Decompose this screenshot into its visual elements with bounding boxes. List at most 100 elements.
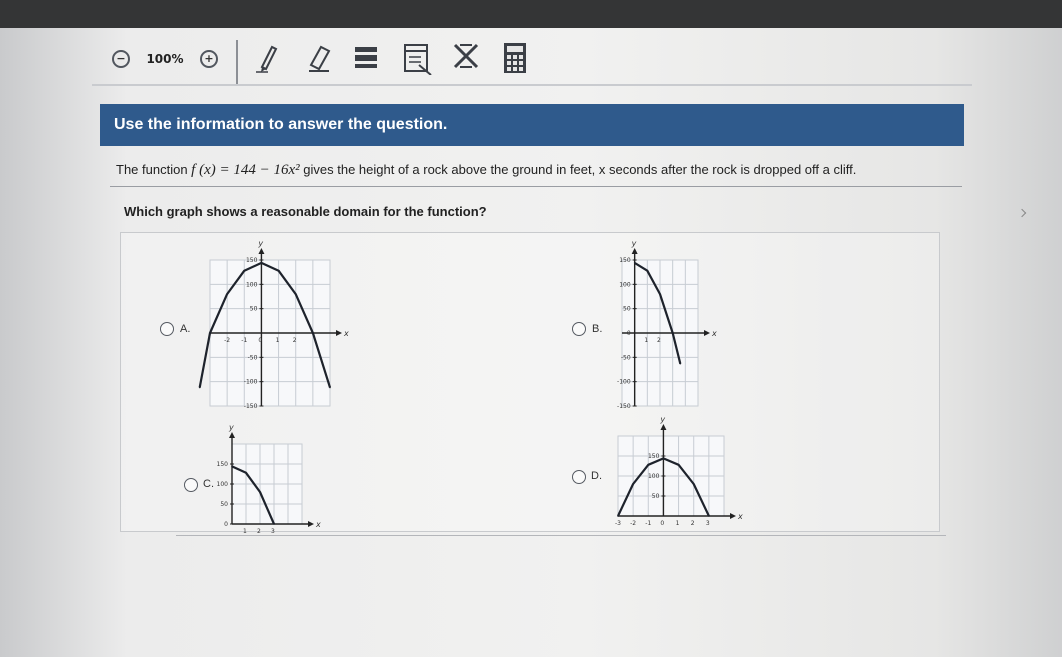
highlighter-icon[interactable] [350, 40, 382, 74]
option-a-y-axis-label: y [257, 239, 263, 248]
directions-bar: Use the information to answer the questi… [100, 104, 964, 146]
toolbar-divider [236, 40, 238, 84]
option-c-y-tick-label: 50 [220, 501, 228, 508]
option-d-x-tick-label: -1 [645, 520, 651, 527]
option-b-letter: B. [592, 323, 603, 335]
option-d-letter: D. [591, 470, 602, 482]
option-d-y-tick-label: 150 [648, 453, 660, 460]
toolbar [92, 32, 972, 86]
pencil-icon[interactable] [252, 40, 284, 74]
option-c-y-tick-label: 150 [217, 461, 229, 468]
option-c-data-point [245, 472, 247, 474]
calculator-icon[interactable] [500, 40, 530, 76]
option-a-radio[interactable] [160, 322, 174, 336]
zoom-level: 100% [140, 44, 190, 74]
stem-prefix: The function [116, 162, 188, 177]
option-d-y-tick-label: 100 [648, 473, 660, 480]
option-d-data-point [662, 457, 665, 460]
option-b-x-axis-arrow [704, 330, 710, 336]
option-b-y-tick-label: 50 [623, 306, 631, 313]
option-c-data-point [273, 523, 275, 525]
question-stem: The function f (x) = 144 − 16x² gives th… [116, 162, 956, 179]
option-d-data-point [632, 483, 634, 485]
eliminate-choice-icon[interactable] [450, 40, 482, 72]
option-a-y-tick-label: -50 [248, 354, 258, 361]
eraser-icon[interactable] [304, 40, 336, 74]
option-d-x-tick-label: 1 [676, 520, 680, 527]
option-d-graph[interactable]: x y -3 -2 -1 0 1 2 3 150 100 50 [610, 415, 743, 527]
option-c-x-axis-arrow [308, 521, 314, 527]
option-a-data-point [294, 293, 297, 295]
function-expression: f (x) = 144 − 16x² [191, 162, 300, 178]
option-a-y-tick-label: -100 [244, 379, 258, 386]
option-d-x-tick-label: 0 [660, 520, 664, 527]
option-a-y-axis-arrow [258, 248, 265, 254]
directions-text: Use the information to answer the questi… [114, 116, 448, 133]
option-d-y-axis-label: y [659, 415, 665, 424]
option-d-x-tick-label: 3 [706, 520, 710, 527]
option-c-x-tick-label: 1 [243, 528, 247, 535]
option-c-radio[interactable] [184, 478, 198, 492]
option-d-x-axis-label: x [737, 512, 743, 521]
option-b-x-tick-label: 1 [644, 337, 648, 344]
option-b-y-tick-label: 150 [619, 257, 631, 264]
option-c-data-point [231, 465, 233, 468]
option-a-data-point [329, 386, 331, 389]
option-c-y-axis-arrow [229, 432, 235, 438]
option-d-data-point [692, 483, 695, 485]
stem-suffix: gives the height of a rock above the gro… [303, 162, 857, 177]
option-d-data-point [647, 464, 650, 466]
option-a-data-point [277, 269, 280, 272]
option-d-radio[interactable] [572, 470, 586, 484]
option-c-y-tick-label: 0 [224, 521, 228, 528]
option-d-y-tick-label: 50 [652, 493, 660, 500]
option-b-x-tick-label: 2 [657, 337, 661, 344]
option-c-y-tick-label: 100 [217, 481, 229, 488]
option-b-data-point [659, 293, 661, 295]
option-d-data-point [677, 464, 680, 466]
option-a-x-tick-label: -1 [241, 337, 247, 344]
option-b-y-tick-label: -150 [617, 403, 631, 410]
option-c-x-tick-label: 2 [257, 528, 261, 535]
option-a-x-axis-arrow [336, 330, 342, 336]
option-c-data-point [259, 491, 261, 493]
option-b-x-axis-label: x [711, 329, 717, 338]
option-b-y-tick-label: 0 [627, 330, 631, 337]
option-a-graph[interactable]: x y -2 -1 0 1 2 150 100 50 -50 -100 -150 [198, 239, 350, 410]
option-b-y-tick-label: -100 [617, 379, 631, 386]
title-bar [0, 0, 1062, 28]
option-a-x-axis-label: x [343, 329, 349, 338]
option-a-x-tick-label: -2 [224, 337, 230, 344]
option-d-data-point [708, 515, 710, 517]
option-a-data-point [243, 269, 246, 272]
option-a-x-tick-label: 2 [293, 337, 297, 344]
zoom-level-label: 100% [146, 52, 184, 66]
option-d-x-tick-label: -2 [630, 520, 636, 527]
option-b-data-point [633, 262, 636, 264]
question-text: Which graph shows a reasonable domain fo… [124, 204, 487, 219]
option-a-x-tick-label: 0 [258, 337, 262, 344]
option-b-y-axis-arrow [631, 248, 638, 254]
option-a-letter: A. [180, 323, 191, 335]
option-b-graph[interactable]: x y 1 2 150 100 50 0 -50 -100 -150 [610, 239, 720, 410]
option-a-data-point [209, 332, 211, 334]
option-a-data-point [226, 293, 228, 295]
notepad-icon[interactable] [400, 40, 434, 76]
option-c-graph[interactable]: x y 1 2 3 150 100 50 0 [217, 423, 321, 535]
option-c-y-axis-label: y [228, 423, 234, 432]
option-d-x-tick-label: -3 [615, 520, 621, 527]
option-a-x-tick-label: 1 [276, 337, 280, 344]
option-d-data-point [617, 515, 619, 517]
option-a-data-point [198, 386, 201, 389]
option-c-x-tick-label: 3 [271, 528, 275, 535]
divider [110, 186, 962, 187]
option-b-data-point [679, 362, 682, 365]
zoom-in-icon[interactable]: + [200, 50, 218, 68]
option-b-radio[interactable] [572, 322, 586, 336]
option-a-y-tick-label: 100 [246, 281, 258, 288]
option-d-y-axis-arrow [660, 424, 667, 430]
zoom-out-icon[interactable]: − [112, 50, 130, 68]
option-d-x-tick-label: 2 [691, 520, 695, 527]
divider-bottom [176, 535, 946, 536]
option-a-data-point [312, 332, 314, 334]
